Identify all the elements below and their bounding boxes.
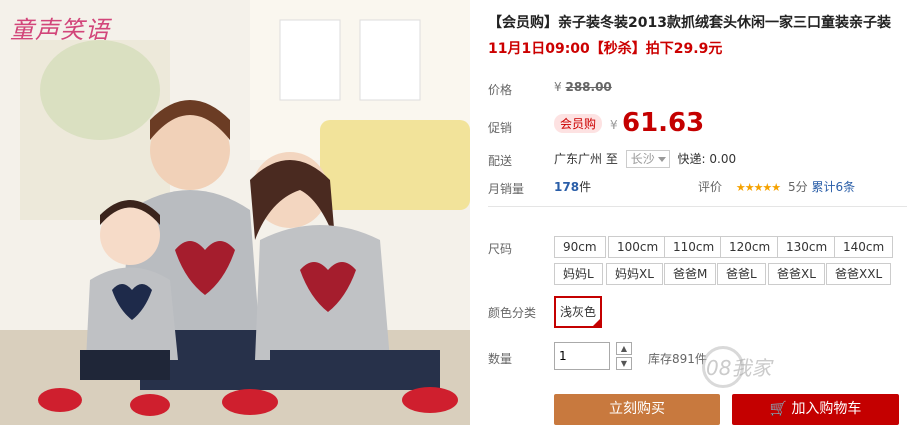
product-info-panel: 【会员购】亲子装冬装2013款抓绒套头休闲一家三口童装亲子装 11月1日09:0… [470,0,907,425]
promo-text: 11月1日09:00【秒杀】拍下29.9元 [488,41,723,57]
delivery-info: 广东广州 至 长沙 快递: 0.00 [554,150,736,168]
product-title: 【会员购】亲子装冬装2013款抓绒套头休闲一家三口童装亲子装 [488,15,891,31]
size-option[interactable]: 爸爸XL [768,263,825,285]
shipping-fee: 快递: 0.00 [677,152,737,166]
vip-badge: 会员购 [554,114,603,133]
star-rating-icon: ★★★★★ [735,181,781,194]
size-option[interactable]: 130cm [777,236,837,258]
cart-icon: 🛒 [769,401,787,417]
family-photo-illustration [0,0,470,425]
color-option-label: 浅灰色 [559,305,596,319]
quantity-label: 数量 [488,352,513,366]
sales-unit: 件 [579,180,592,194]
quantity-increase-icon[interactable]: ▲ [616,342,632,355]
selected-check-icon [592,318,601,327]
size-option[interactable]: 90cm [554,236,606,258]
size-option[interactable]: 100cm [608,236,668,258]
buy-now-button[interactable]: 立刻购买 [554,394,720,425]
original-price: ¥ 288.00 [554,80,612,94]
quantity-decrease-icon[interactable]: ▼ [616,357,632,370]
size-option[interactable]: 妈妈L [554,263,603,285]
review-summary: 评价 ★★★★★ 5分 累计6条 [698,178,855,195]
city-value: 长沙 [630,152,655,166]
delivery-from: 广东广州 [554,152,603,166]
currency-symbol: ¥ [554,80,562,94]
size-option[interactable]: 爸爸XXL [826,263,892,285]
size-option[interactable]: 110cm [664,236,724,258]
sales-count: 178 [554,180,580,194]
promo-price-value: 61.63 [622,108,705,138]
size-option[interactable]: 120cm [720,236,780,258]
chevron-down-icon [657,157,666,162]
size-option[interactable]: 爸爸M [664,263,717,285]
currency-symbol: ¥ [610,118,618,132]
sales-label: 月销量 [488,182,525,196]
color-label: 颜色分类 [488,306,537,320]
review-score: 5分 [787,180,808,194]
city-select[interactable]: 长沙 [625,150,670,168]
monthly-sales: 178件 [554,178,591,195]
size-option[interactable]: 妈妈XL [606,263,663,285]
price-label: 价格 [488,83,513,97]
promo-price-label: 促销 [488,121,513,135]
brand-logo: 童声笑语 [10,16,110,44]
delivery-to-word: 至 [605,152,618,166]
delivery-label: 配送 [488,154,513,168]
color-option-selected[interactable]: 浅灰色 [554,296,602,328]
size-option[interactable]: 爸爸L [717,263,766,285]
quantity-input[interactable] [554,342,610,370]
product-image[interactable]: 童声笑语 [0,0,470,425]
review-count-link[interactable]: 累计6条 [811,180,855,194]
stock-info: 库存891件 [648,352,707,366]
review-label: 评价 [698,180,723,194]
divider [488,206,907,207]
watermark: 08我家 [706,356,772,380]
add-to-cart-label: 加入购物车 [791,401,862,417]
add-to-cart-button[interactable]: 🛒 加入购物车 [732,394,899,425]
original-price-value: 288.00 [565,80,612,94]
size-label: 尺码 [488,242,513,256]
size-option[interactable]: 140cm [834,236,894,258]
